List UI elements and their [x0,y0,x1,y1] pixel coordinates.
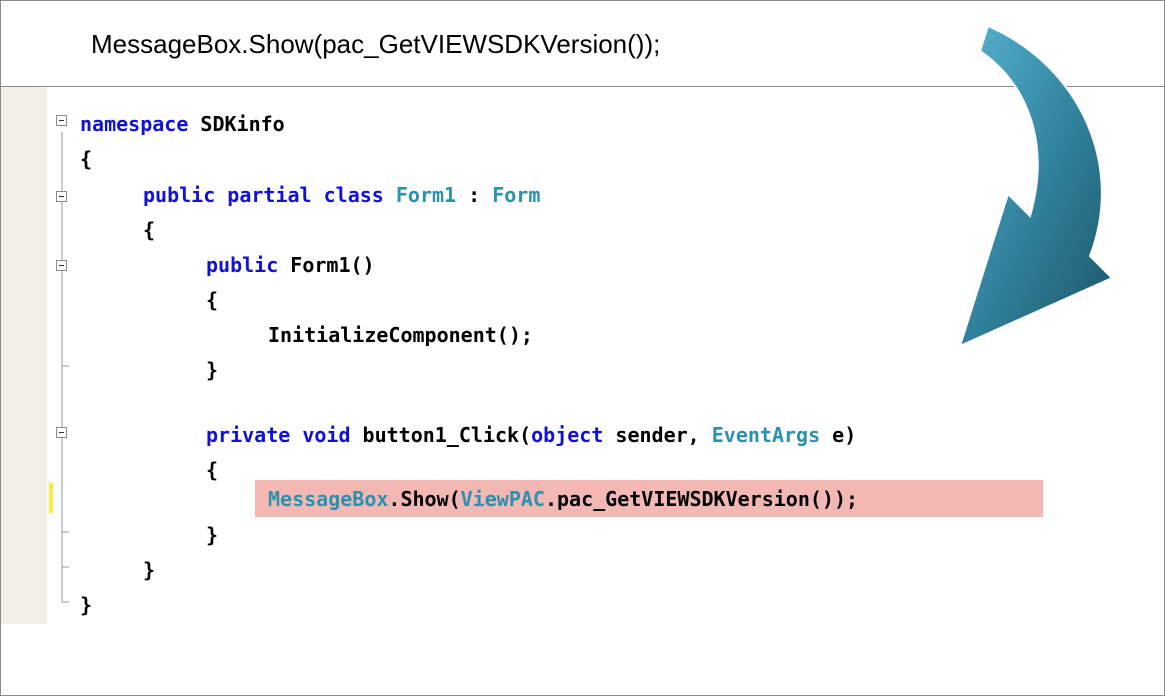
param: sender, [603,423,712,447]
namespace-name: SDKinfo [200,112,285,136]
type-name: ViewPAC [460,487,545,511]
method-name: Form1() [278,253,375,277]
code-line: } [206,358,218,382]
type-name: Form1 [395,183,457,207]
method-call: .Show( [388,487,461,511]
keyword: private [206,423,291,447]
keyword: void [302,423,351,447]
keyword: namespace [80,112,189,136]
curved-arrow-icon [958,26,1114,348]
brace: } [206,523,219,547]
code-line: { [80,147,92,171]
code-line-messagebox: MessageBox.Show(ViewPAC.pac_GetVIEWSDKVe… [268,487,858,511]
keyword: public [206,253,279,277]
brace: { [143,218,156,242]
param: e) [820,423,857,447]
code-line: } [80,593,92,617]
type-name: EventArgs [711,423,821,447]
code-line: } [206,523,218,547]
code-line: { [143,218,155,242]
brace: { [80,147,93,171]
brace: } [80,593,93,617]
code-line: { [206,288,218,312]
brace: { [206,458,219,482]
separator: : [456,183,493,207]
code-line-class: public partial class Form1 : Form [143,183,540,207]
type-name: MessageBox [268,487,389,511]
code-line-namespace: namespace SDKinfo [80,112,285,136]
method-name: button1_Click( [350,423,532,447]
brace: } [206,358,219,382]
code-line-constructor: public Form1() [206,253,375,277]
keyword: public partial class [143,183,384,207]
brace: } [143,558,156,582]
code-line-method: private void button1_Click(object sender… [206,423,856,447]
brace: { [206,288,219,312]
statement: InitializeComponent(); [268,323,533,347]
method-call: .pac_GetVIEWSDKVersion()); [544,487,859,511]
code-line-init: InitializeComponent(); [268,323,533,347]
keyword: object [531,423,604,447]
code-line: { [206,458,218,482]
type-name: Form [492,183,541,207]
code-line: } [143,558,155,582]
